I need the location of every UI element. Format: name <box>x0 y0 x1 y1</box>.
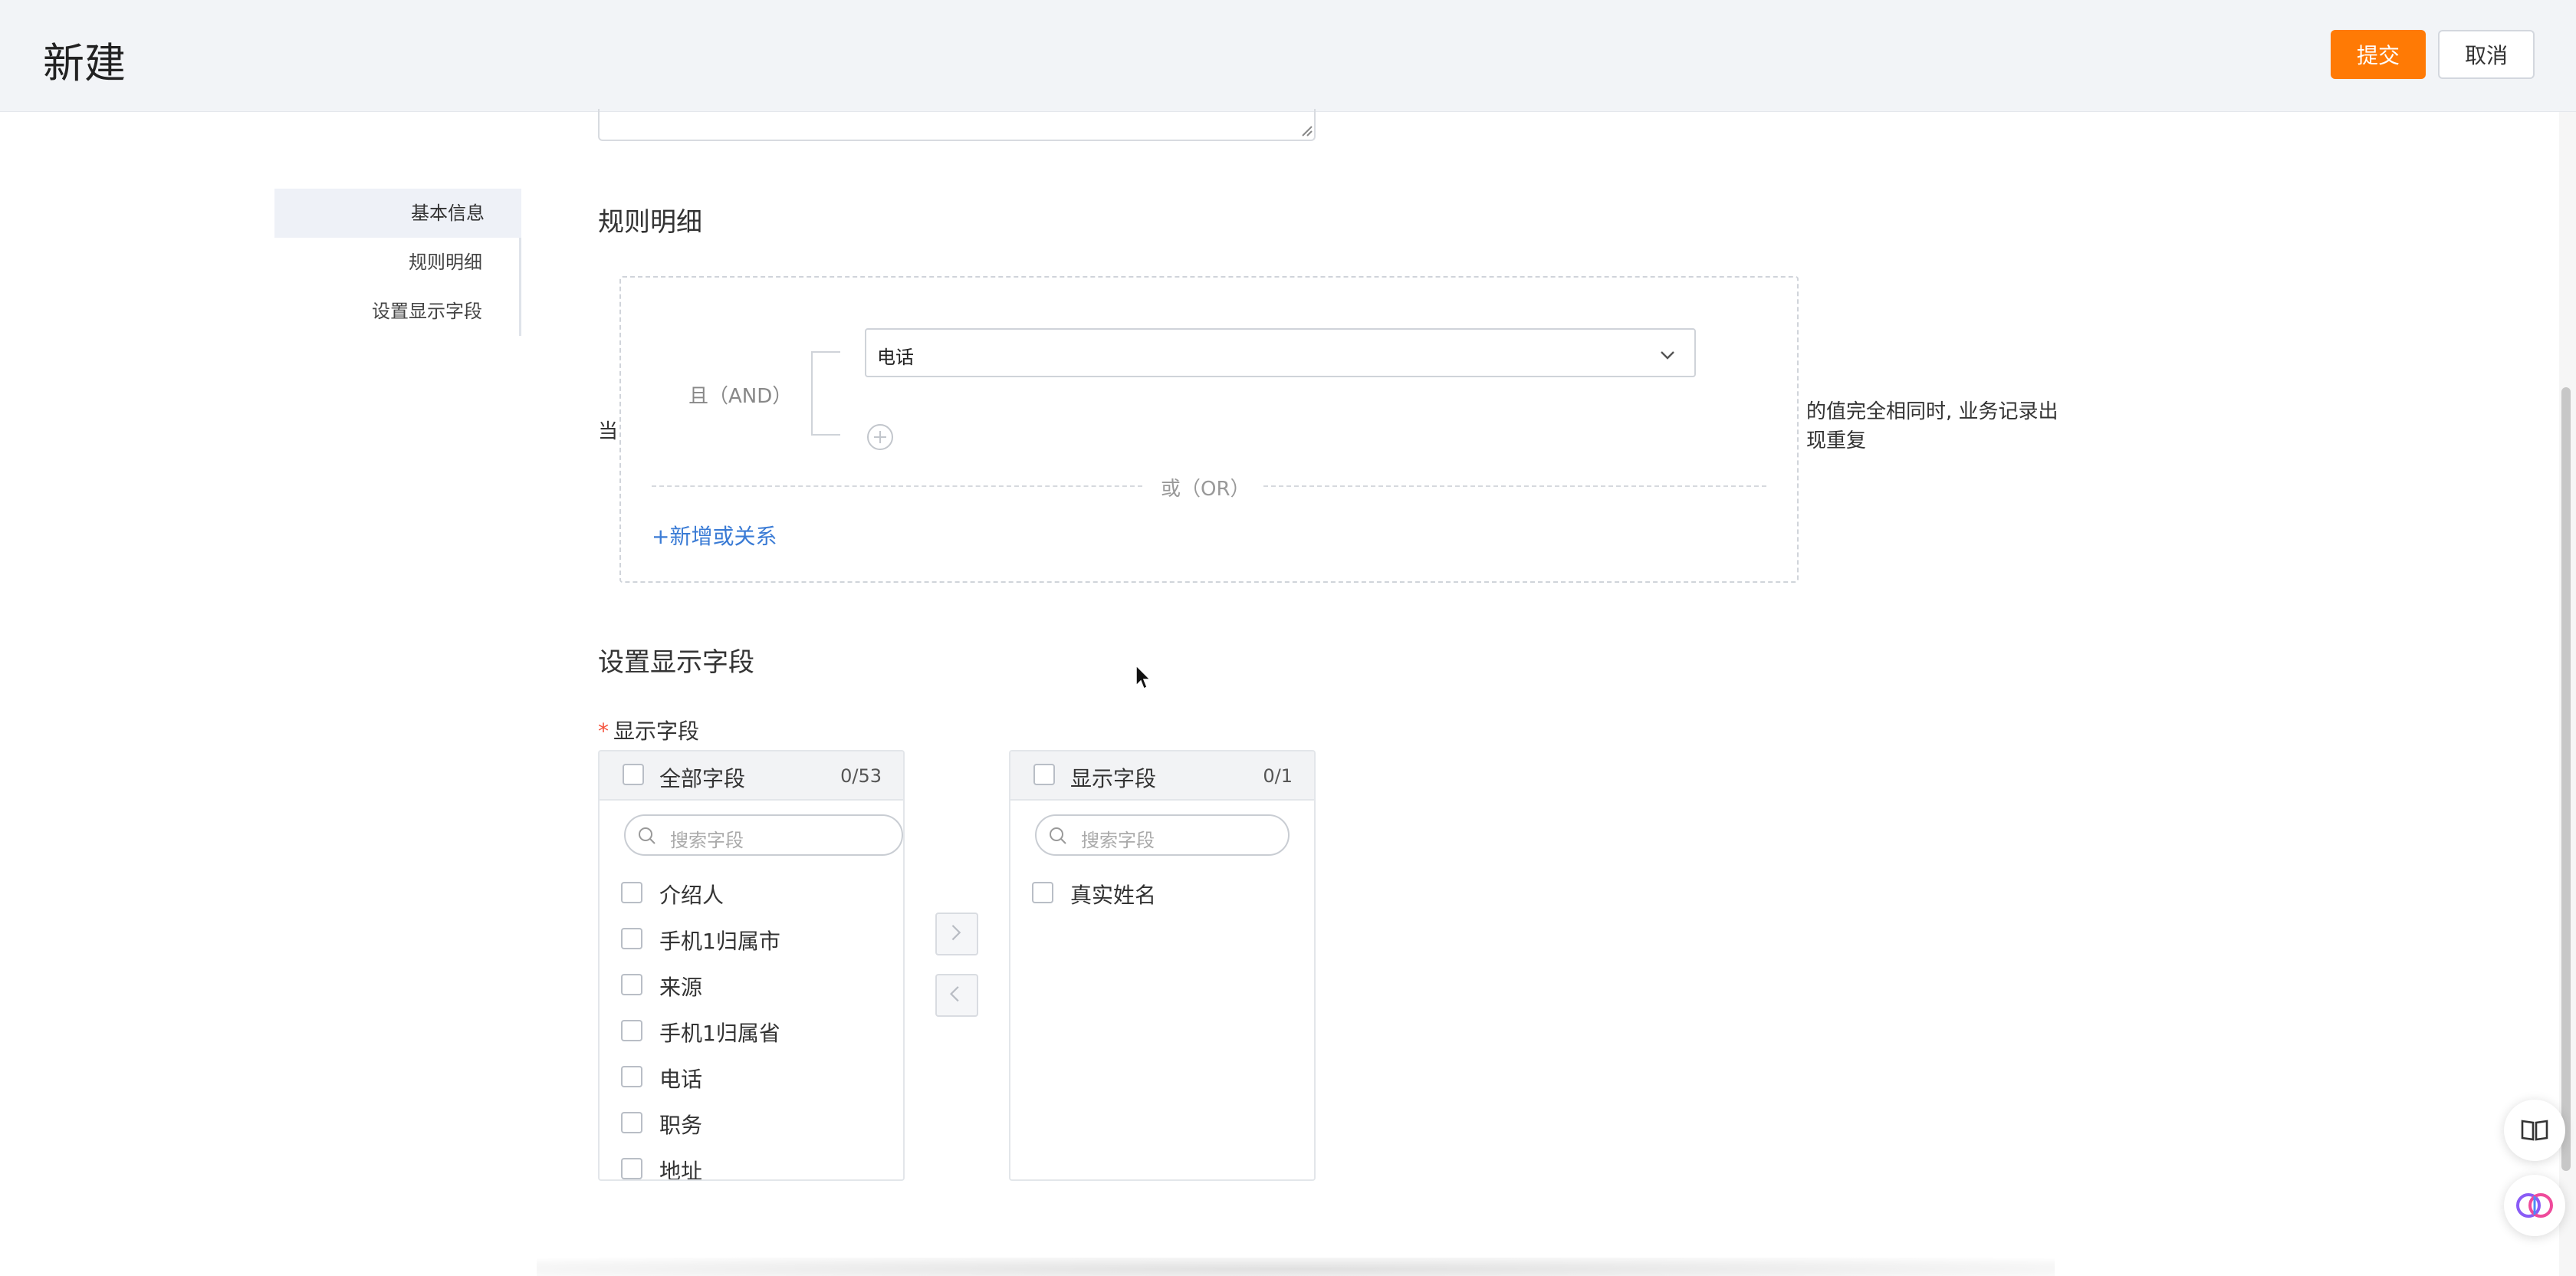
cursor-icon <box>1135 664 1152 690</box>
display-fields-count: 0/1 <box>1263 765 1293 787</box>
select-all-display-checkbox[interactable] <box>1033 764 1055 785</box>
item-label: 手机1归属市 <box>659 929 780 954</box>
plus-circle-icon[interactable] <box>865 422 895 452</box>
help-docs-button[interactable] <box>2504 1100 2565 1161</box>
when-label: 当 <box>598 420 619 443</box>
display-fields-panel-header: 显示字段 0/1 <box>1010 751 1314 801</box>
search-icon <box>1050 827 1066 844</box>
chevron-left-icon <box>949 986 959 1002</box>
display-fields-search-input[interactable]: 搜索字段 <box>1035 814 1290 856</box>
nav-item-display-fields[interactable]: 设置显示字段 <box>372 287 482 336</box>
nav-item-rule-detail[interactable]: 规则明细 <box>409 238 482 287</box>
item-label: 真实姓名 <box>1070 883 1157 908</box>
chevron-down-icon <box>1661 351 1674 360</box>
search-placeholder: 搜索字段 <box>1081 830 1155 851</box>
chevron-right-icon <box>951 925 961 941</box>
item-checkbox[interactable] <box>621 1020 642 1041</box>
or-divider-left <box>652 485 1142 487</box>
field-select-value: 电话 <box>877 347 914 368</box>
all-fields-panel-header: 全部字段 0/53 <box>600 751 903 801</box>
or-divider-right <box>1263 485 1766 487</box>
scrollbar-thumb[interactable] <box>2561 387 2571 1171</box>
ai-assistant-button[interactable] <box>2504 1175 2565 1236</box>
submit-button[interactable]: 提交 <box>2331 30 2426 79</box>
item-label: 来源 <box>659 975 703 1000</box>
item-checkbox[interactable] <box>621 928 642 949</box>
item-label: 地址 <box>659 1159 703 1181</box>
move-left-button[interactable] <box>935 974 978 1017</box>
search-icon <box>639 827 656 844</box>
all-fields-panel: 全部字段 0/53 搜索字段 介绍人 手机1归属市 来源 手机1归属省 电话 职… <box>598 750 905 1181</box>
cancel-button[interactable]: 取消 <box>2438 30 2535 79</box>
required-mark: * <box>598 719 609 744</box>
item-checkbox[interactable] <box>621 882 642 903</box>
all-fields-title: 全部字段 <box>659 766 746 791</box>
nav-item-basic-info[interactable]: 基本信息 <box>274 189 521 238</box>
and-label: 且（AND） <box>688 385 793 408</box>
field-select[interactable]: 电话 <box>865 328 1696 377</box>
rule-condition-box <box>619 276 1799 583</box>
book-icon <box>2521 1120 2548 1141</box>
item-label: 职务 <box>659 1113 703 1138</box>
display-section-title: 设置显示字段 <box>598 647 754 678</box>
description-textarea[interactable] <box>598 109 1316 141</box>
rule-section-title: 规则明细 <box>598 207 702 238</box>
all-fields-search-input[interactable]: 搜索字段 <box>624 814 903 856</box>
item-label: 电话 <box>659 1067 703 1092</box>
all-fields-count: 0/53 <box>840 765 882 787</box>
item-label: 介绍人 <box>659 883 724 908</box>
add-or-relation-link[interactable]: +新增或关系 <box>652 520 777 551</box>
header-bar: 新建 提交 取消 <box>0 0 2576 112</box>
display-fields-panel: 显示字段 0/1 搜索字段 真实姓名 <box>1009 750 1316 1181</box>
item-checkbox[interactable] <box>621 1112 642 1133</box>
page: 新建 提交 取消 基本信息 规则明细 设置显示字段 规则明细 当 且（AND） … <box>0 0 2576 1276</box>
display-field-label: * 显示字段 <box>598 715 699 745</box>
select-all-checkbox[interactable] <box>623 764 644 785</box>
page-title: 新建 <box>43 39 126 87</box>
item-checkbox[interactable] <box>621 1066 642 1087</box>
or-label: 或（OR） <box>1161 478 1250 501</box>
display-field-label-text: 显示字段 <box>613 719 700 744</box>
resize-grip-icon[interactable] <box>1300 124 1313 136</box>
item-checkbox[interactable] <box>1032 882 1053 903</box>
item-checkbox[interactable] <box>621 1158 642 1179</box>
item-label: 手机1归属省 <box>659 1021 780 1046</box>
search-placeholder: 搜索字段 <box>670 830 744 851</box>
anchor-nav: 基本信息 规则明细 设置显示字段 <box>274 189 521 336</box>
brain-icon <box>2516 1193 2553 1218</box>
move-right-button[interactable] <box>935 913 978 955</box>
bottom-shadow <box>537 1258 2055 1276</box>
item-checkbox[interactable] <box>621 974 642 995</box>
duplicate-note: 的值完全相同时, 业务记录出现重复 <box>1806 400 2058 452</box>
and-bracket <box>811 351 840 436</box>
display-fields-title: 显示字段 <box>1070 766 1157 791</box>
